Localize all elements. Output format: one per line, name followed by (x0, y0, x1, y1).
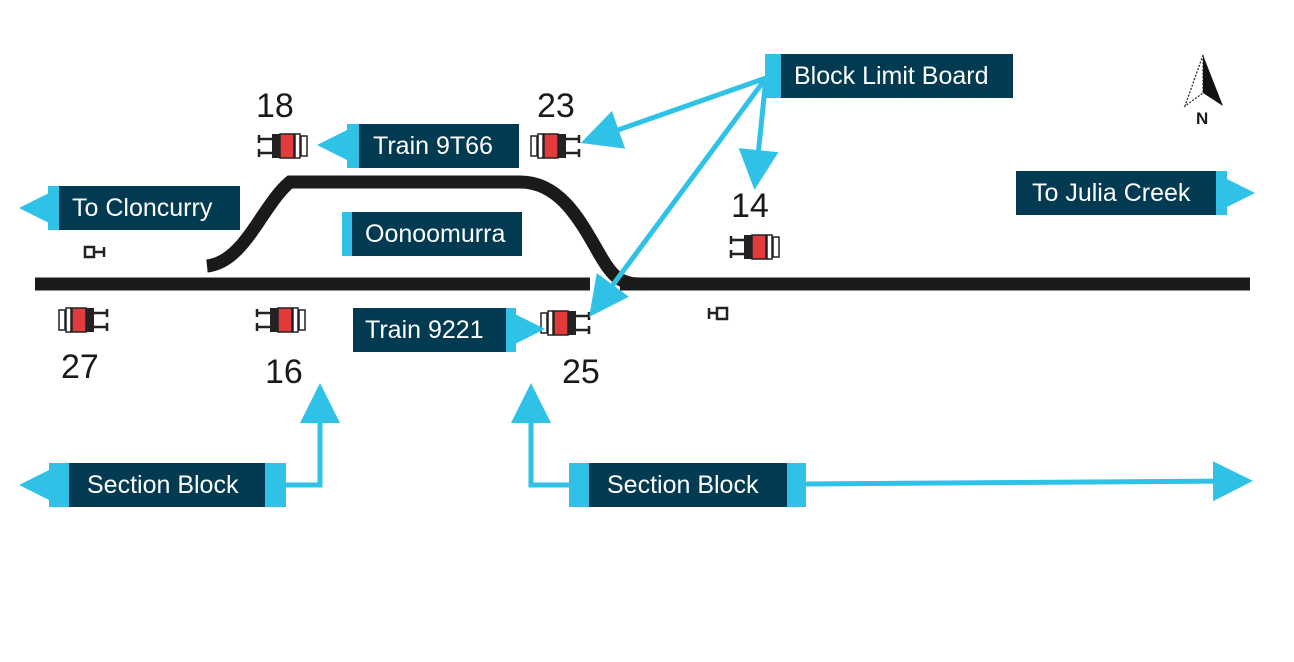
arrow-blb-to-23 (580, 75, 767, 149)
board-number-18: 18 (256, 87, 294, 125)
label-accent (765, 54, 781, 98)
label-accent (506, 308, 516, 352)
label-accent (342, 212, 352, 256)
label-to-julia-creek: To Julia Creek (1016, 171, 1227, 215)
board-23-icon (529, 132, 581, 160)
label-oonoomurra: Oonoomurra (342, 212, 522, 256)
label-to-cloncurry: To Cloncurry (48, 186, 240, 230)
label-text: To Julia Creek (1032, 179, 1191, 207)
label-accent (569, 463, 589, 507)
north-arrow-icon (1183, 54, 1223, 108)
board-number-23: 23 (537, 87, 575, 125)
label-text: Train 9221 (365, 316, 484, 344)
label-section-block-right: Section Block (569, 463, 806, 507)
label-section-block-left: Section Block (49, 463, 286, 507)
board-25-icon (539, 309, 591, 337)
arrow-section-right-east (805, 461, 1253, 502)
label-text: Section Block (607, 471, 759, 499)
label-accent (1216, 171, 1227, 215)
label-text: Block Limit Board (794, 62, 989, 90)
board-number-16: 16 (265, 353, 303, 391)
label-accent (48, 186, 59, 230)
board-18-icon (257, 132, 309, 160)
board-27-icon (57, 306, 109, 334)
label-train-9221: Train 9221 (353, 308, 516, 352)
board-number-27: 27 (61, 348, 99, 386)
points-marker-east-icon (707, 306, 729, 321)
diagram-canvas (19, 54, 1255, 505)
board-number-14: 14 (731, 187, 769, 225)
arrow-section-right-up (511, 383, 570, 488)
board-14-icon (729, 233, 781, 261)
label-text: Oonoomurra (365, 220, 506, 248)
label-text: To Cloncurry (72, 194, 213, 222)
label-train-9t66: Train 9T66 (347, 124, 519, 168)
compass-label: N (1196, 109, 1209, 128)
points-marker-west-icon (83, 245, 106, 259)
label-accent (787, 463, 806, 507)
board-number-25: 25 (562, 353, 600, 391)
board-16-icon (255, 306, 307, 334)
label-accent (49, 463, 69, 507)
label-block-limit-board: Block Limit Board (765, 54, 1013, 98)
label-text: Train 9T66 (373, 132, 493, 160)
label-text: Section Block (87, 471, 239, 499)
arrow-section-left-up (286, 383, 340, 488)
label-accent (265, 463, 286, 507)
label-accent (347, 124, 359, 168)
